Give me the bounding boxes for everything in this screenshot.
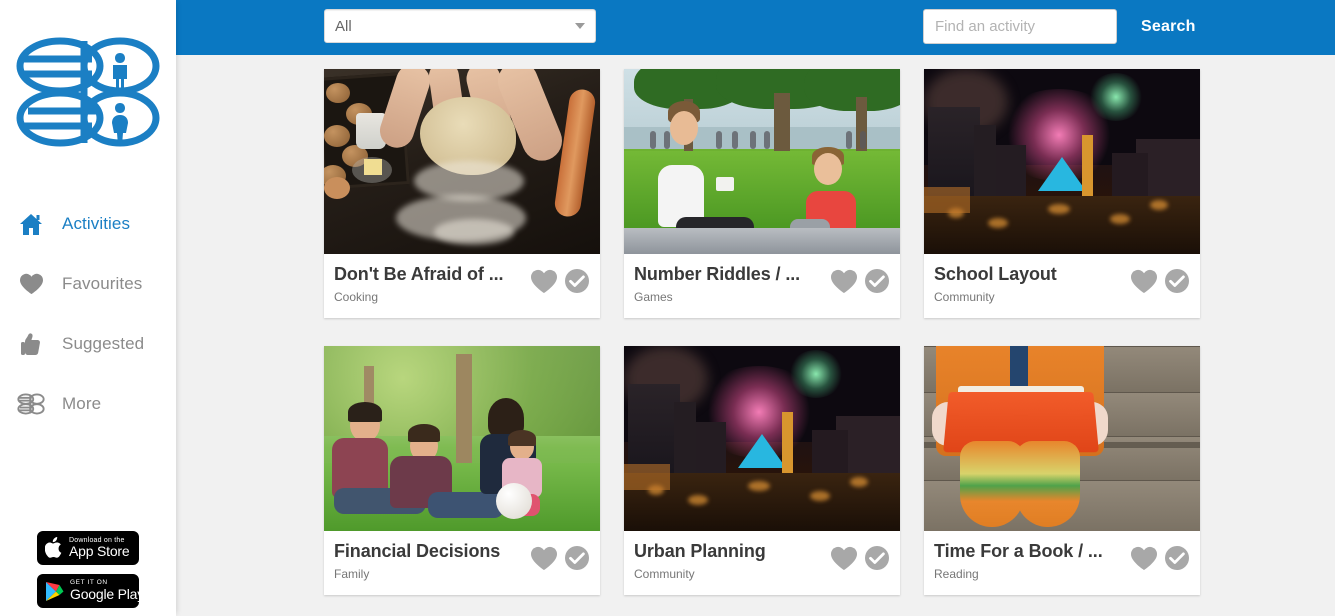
- activity-title: School Layout: [934, 264, 1057, 284]
- mark-done-check-circle-icon[interactable]: [864, 268, 890, 294]
- favourite-heart-icon[interactable]: [1130, 546, 1158, 571]
- activity-card-body: Number Riddles / ... Games: [624, 254, 900, 318]
- activity-grid: Don't Be Afraid of ... Cooking Number Ri…: [176, 55, 1335, 595]
- store-badges: Download on the App Store GET IT ON Goog…: [0, 531, 176, 608]
- sidebar-item-favourites[interactable]: Favourites: [0, 254, 176, 314]
- sidebar-item-label: More: [62, 394, 102, 413]
- app-root: Activities Favourites Suggested More Dow…: [0, 0, 1335, 616]
- activity-image-fireworks: [624, 346, 900, 531]
- home-icon: [14, 207, 48, 241]
- mark-done-check-circle-icon[interactable]: [864, 545, 890, 571]
- activity-title: Time For a Book / ...: [934, 541, 1103, 561]
- search-button[interactable]: Search: [1141, 18, 1196, 36]
- activity-image-park: [624, 69, 900, 254]
- sidebar-item-more[interactable]: More: [0, 374, 176, 434]
- activity-title: Number Riddles / ...: [634, 264, 801, 284]
- activity-title: Urban Planning: [634, 541, 766, 561]
- top-bar: All Search: [176, 0, 1335, 55]
- activity-card-body: Financial Decisions Family: [324, 531, 600, 595]
- mark-done-check-circle-icon[interactable]: [1164, 545, 1190, 571]
- activity-actions: [830, 545, 890, 571]
- activity-card-body: School Layout Community: [924, 254, 1200, 318]
- sidebar: Activities Favourites Suggested More Dow…: [0, 0, 176, 616]
- brand-logo-icon: [16, 37, 160, 147]
- sidebar-item-suggested[interactable]: Suggested: [0, 314, 176, 374]
- favourite-heart-icon[interactable]: [530, 269, 558, 294]
- activity-card[interactable]: Financial Decisions Family: [324, 346, 600, 595]
- search-input[interactable]: [923, 9, 1117, 44]
- heart-icon: [14, 267, 48, 301]
- favourite-heart-icon[interactable]: [1130, 269, 1158, 294]
- activities-content: Don't Be Afraid of ... Cooking Number Ri…: [176, 55, 1335, 616]
- activity-actions: [830, 268, 890, 294]
- google-play-badge-bottom: Google Play: [70, 586, 145, 603]
- activity-card[interactable]: Time For a Book / ... Reading: [924, 346, 1200, 595]
- thumbs-up-icon: [14, 327, 48, 361]
- activity-card-body: Urban Planning Community: [624, 531, 900, 595]
- activity-card[interactable]: School Layout Community: [924, 69, 1200, 318]
- mark-done-check-circle-icon[interactable]: [1164, 268, 1190, 294]
- activity-image-family: [324, 346, 600, 531]
- activity-card[interactable]: Urban Planning Community: [624, 346, 900, 595]
- sidebar-item-label: Activities: [62, 214, 131, 233]
- activity-card[interactable]: Don't Be Afraid of ... Cooking: [324, 69, 600, 318]
- activity-card[interactable]: Number Riddles / ... Games: [624, 69, 900, 318]
- sidebar-item-label: Suggested: [62, 334, 145, 353]
- activity-image-fireworks: [924, 69, 1200, 254]
- sidebar-item-activities[interactable]: Activities: [0, 194, 176, 254]
- google-play-icon: [45, 581, 64, 602]
- activity-title: Financial Decisions: [334, 541, 501, 561]
- google-play-badge[interactable]: GET IT ON Google Play: [37, 574, 144, 608]
- category-filter-select[interactable]: All: [324, 9, 596, 43]
- google-play-badge-text: GET IT ON Google Play: [70, 579, 145, 603]
- brand-logo: [0, 0, 176, 176]
- activity-card-body: Time For a Book / ... Reading: [924, 531, 1200, 595]
- activity-image-cooking: [324, 69, 600, 254]
- category-filter-value: All: [335, 17, 352, 35]
- sidebar-item-label: Favourites: [62, 274, 143, 293]
- activity-image-reading: [924, 346, 1200, 531]
- app-store-badge-bottom: App Store: [69, 543, 130, 560]
- mark-done-check-circle-icon[interactable]: [564, 268, 590, 294]
- app-store-badge[interactable]: Download on the App Store: [37, 531, 139, 565]
- activity-actions: [530, 545, 590, 571]
- chevron-down-icon: [575, 23, 585, 29]
- activity-actions: [1130, 545, 1190, 571]
- favourite-heart-icon[interactable]: [530, 546, 558, 571]
- app-store-badge-text: Download on the App Store: [69, 537, 130, 560]
- main-area: All Search: [176, 0, 1335, 616]
- activity-actions: [1130, 268, 1190, 294]
- activity-title: Don't Be Afraid of ...: [334, 264, 504, 284]
- apple-icon: [45, 537, 63, 559]
- favourite-heart-icon[interactable]: [830, 546, 858, 571]
- mark-done-check-circle-icon[interactable]: [564, 545, 590, 571]
- favourite-heart-icon[interactable]: [830, 269, 858, 294]
- search-area: Search: [923, 9, 1196, 44]
- activity-actions: [530, 268, 590, 294]
- activity-card-body: Don't Be Afraid of ... Cooking: [324, 254, 600, 318]
- sidebar-nav: Activities Favourites Suggested More: [0, 194, 176, 434]
- grid-logo-icon: [14, 387, 48, 421]
